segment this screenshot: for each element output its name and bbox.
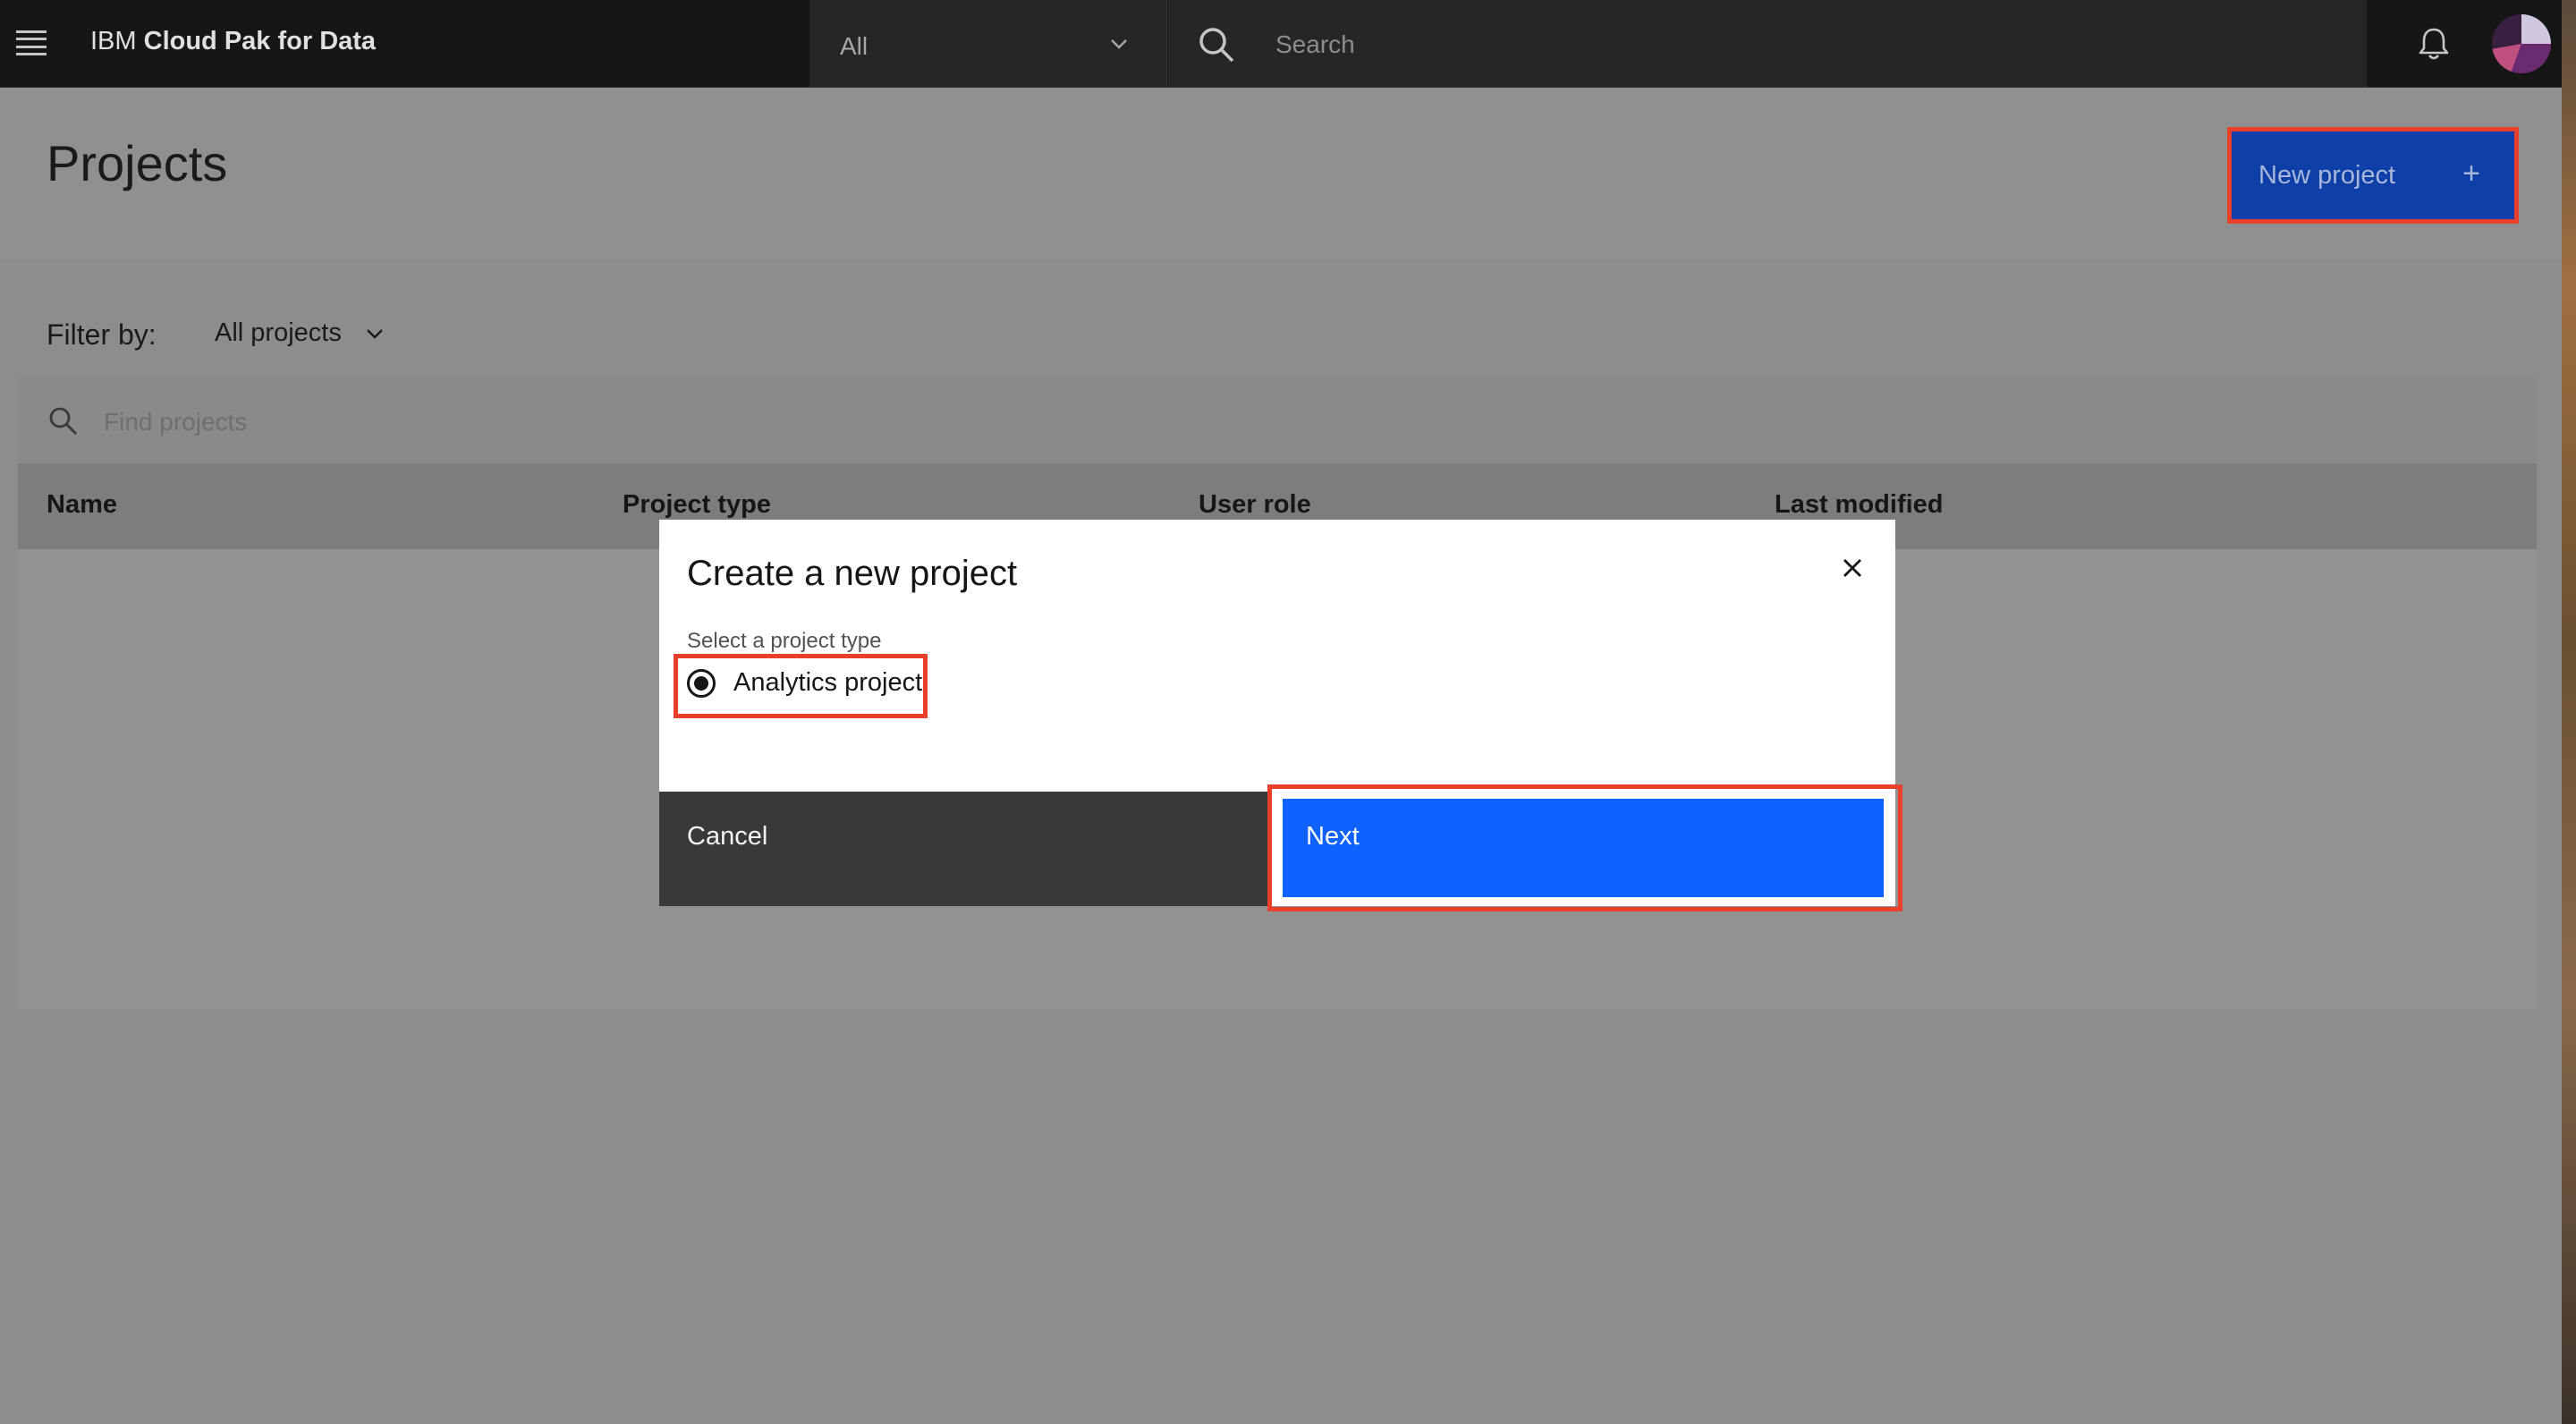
create-project-modal: Create a new project Select a project ty… — [659, 520, 1902, 911]
desktop-edge — [2562, 0, 2576, 1424]
cancel-label: Cancel — [687, 822, 768, 851]
new-project-button[interactable]: New project + — [2227, 127, 2519, 224]
project-type-label: Select a project type — [687, 629, 882, 653]
close-icon[interactable] — [1836, 552, 1868, 584]
column-header-user-role[interactable]: User role — [1199, 490, 1311, 520]
page-header: Projects New project + — [0, 88, 2562, 259]
column-header-project-type[interactable]: Project type — [623, 490, 771, 520]
analytics-project-radio[interactable]: Analytics project — [687, 668, 922, 698]
filter-dropdown[interactable]: All projects — [215, 318, 385, 348]
next-button[interactable]: Next — [1281, 797, 1885, 899]
top-header: IBM Cloud Pak for Data All — [0, 0, 2562, 88]
brand-title[interactable]: IBM Cloud Pak for Data — [90, 27, 376, 56]
next-label: Next — [1306, 822, 1360, 851]
find-projects-input[interactable] — [102, 401, 1000, 444]
column-header-last-modified[interactable]: Last modified — [1775, 490, 1944, 520]
column-header-name[interactable]: Name — [47, 490, 117, 520]
chevron-down-icon — [366, 328, 383, 339]
chevron-down-icon — [1111, 39, 1127, 49]
table-search — [18, 377, 2537, 463]
modal-title: Create a new project — [687, 554, 1018, 593]
search-icon — [1199, 28, 1234, 63]
filter-label: Filter by: — [47, 318, 157, 351]
page-title: Projects — [47, 135, 228, 191]
filter-value: All projects — [215, 318, 342, 347]
radio-selected-icon — [687, 668, 716, 698]
brand-name: Cloud Pak for Data — [143, 27, 377, 55]
user-avatar[interactable] — [2492, 14, 2551, 73]
notification-bell-icon[interactable] — [2415, 25, 2453, 63]
analytics-project-label: Analytics project — [733, 668, 923, 697]
new-project-label: New project — [2258, 160, 2396, 190]
plus-icon: + — [2462, 157, 2480, 191]
search-scope-dropdown[interactable]: All — [809, 0, 1167, 87]
cancel-button[interactable]: Cancel — [659, 792, 1267, 906]
search-scope-value: All — [840, 32, 869, 60]
search-icon — [49, 407, 77, 435]
menu-icon[interactable] — [16, 30, 47, 55]
global-search-input[interactable] — [1274, 21, 2261, 68]
global-search — [1168, 0, 2367, 87]
brand-prefix: IBM — [90, 27, 137, 55]
